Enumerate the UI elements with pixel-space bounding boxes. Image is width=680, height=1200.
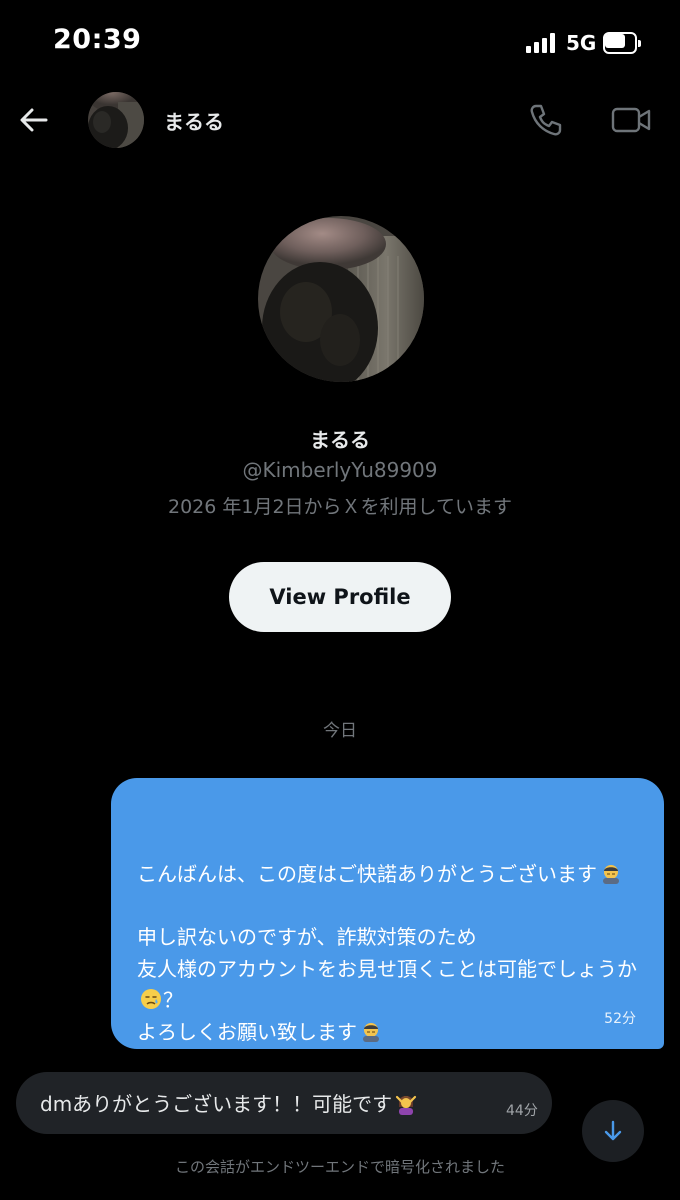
status-bar: 20:39 5G (0, 0, 680, 80)
profile-name: まるる (310, 428, 370, 452)
cellular-signal-icon (526, 33, 558, 53)
scroll-to-bottom-button[interactable] (582, 1100, 644, 1162)
profile-joined-date: 2026 年1月2日からＸを利用しています (167, 496, 512, 518)
ok-gesture-person-emoji (394, 1091, 418, 1115)
sent-message-text: こんばんは、この度はご快諾ありがとうございます 申し訳ないのですが、詐欺対策のた… (137, 861, 637, 1044)
header-contact-name[interactable]: まるる (164, 106, 224, 135)
date-divider: 今日 (323, 721, 357, 741)
profile-handle: @KimberlyYu89909 (242, 458, 438, 482)
phone-icon[interactable] (528, 102, 564, 138)
video-camera-icon[interactable] (610, 104, 652, 136)
status-time: 20:39 (53, 24, 142, 55)
battery-level-fill (605, 34, 625, 48)
bowing-person-emoji (599, 861, 623, 885)
header-avatar[interactable] (88, 92, 144, 148)
battery-icon (603, 32, 641, 54)
received-message-text: dmありがとうございます！！可能です (40, 1088, 418, 1117)
network-type-label: 5G (566, 31, 597, 55)
sent-message-time: 52分 (604, 1010, 636, 1027)
crying-face-emoji (139, 987, 163, 1011)
bowing-person-emoji (359, 1019, 383, 1043)
sent-message-bubble[interactable]: こんばんは、この度はご快諾ありがとうございます 申し訳ないのですが、詐欺対策のた… (111, 778, 664, 1049)
profile-avatar[interactable] (258, 216, 424, 382)
received-message-bubble[interactable]: dmありがとうございます！！可能です 44分 (16, 1072, 552, 1134)
received-message-time: 44分 (506, 1103, 538, 1119)
arrow-down-icon (604, 1120, 622, 1141)
back-arrow-icon[interactable] (16, 102, 52, 138)
encryption-notice: この会話がエンドツーエンドで暗号化されました (174, 1158, 505, 1176)
view-profile-button[interactable]: View Profile (229, 562, 451, 632)
conversation-header: まるる (0, 88, 680, 152)
